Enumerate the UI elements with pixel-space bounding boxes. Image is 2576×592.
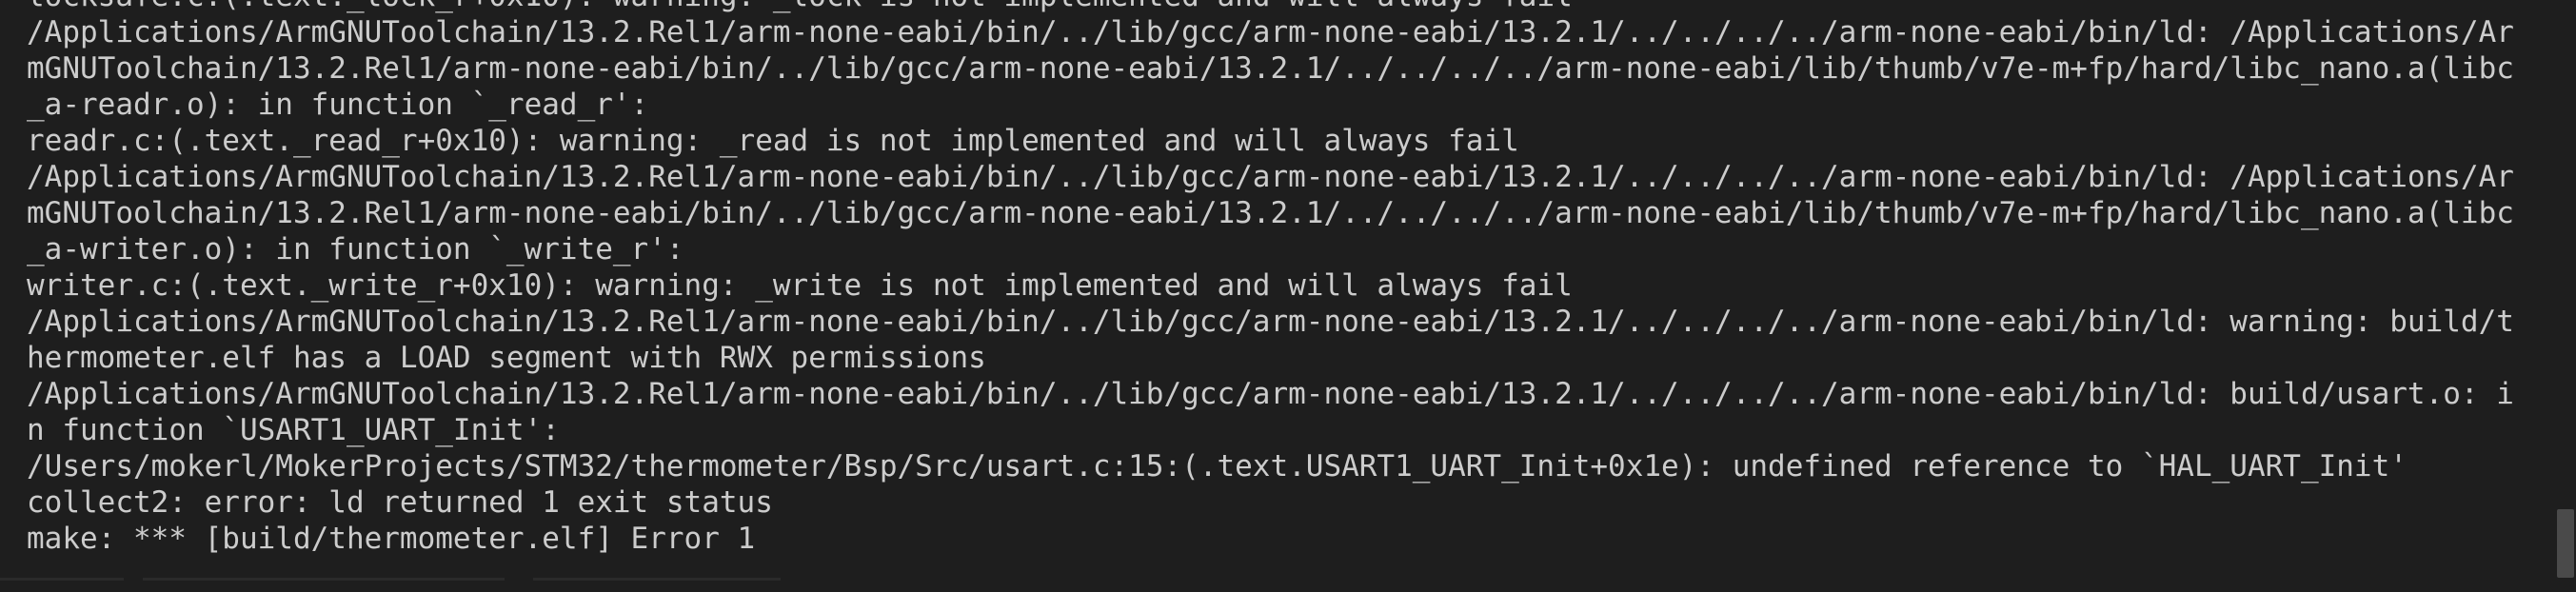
terminal-line: make: *** [build/thermometer.elf] Error … (27, 522, 756, 556)
separator-dash (0, 578, 124, 581)
terminal-line: /Users/mokerl/MokerProjects/STM32/thermo… (27, 449, 2408, 483)
terminal-line: n function `USART1_UART_Init': (27, 413, 560, 447)
terminal-line: /Applications/ArmGNUToolchain/13.2.Rel1/… (27, 160, 2514, 194)
terminal-line: /Applications/ArmGNUToolchain/13.2.Rel1/… (27, 305, 2514, 339)
terminal-line: writer.c:(.text._write_r+0x10): warning:… (27, 268, 1573, 303)
separator-dash (143, 578, 505, 581)
terminal-scrollbar[interactable] (2555, 0, 2576, 592)
terminal-bottom-separator (0, 573, 2576, 592)
terminal-line: /Applications/ArmGNUToolchain/13.2.Rel1/… (27, 15, 2514, 49)
terminal-line: hermometer.elf has a LOAD segment with R… (27, 341, 986, 375)
terminal-line: /Applications/ArmGNUToolchain/13.2.Rel1/… (27, 377, 2514, 411)
terminal-output: locksafe.c:(.text._lock_r+0x10): warning… (27, 0, 2549, 592)
terminal-line: locksafe.c:(.text._lock_r+0x10): warning… (27, 0, 2549, 14)
terminal-line: collect2: error: ld returned 1 exit stat… (27, 485, 773, 520)
terminal-line: _a-readr.o): in function `_read_r': (27, 88, 649, 122)
terminal-line: mGNUToolchain/13.2.Rel1/arm-none-eabi/bi… (27, 51, 2514, 86)
terminal-line: mGNUToolchain/13.2.Rel1/arm-none-eabi/bi… (27, 196, 2514, 230)
terminal-line: readr.c:(.text._read_r+0x10): warning: _… (27, 124, 1519, 158)
scrollbar-thumb[interactable] (2557, 509, 2574, 578)
terminal-line: _a-writer.o): in function `_write_r': (27, 232, 684, 266)
terminal-window[interactable]: locksafe.c:(.text._lock_r+0x10): warning… (0, 0, 2576, 592)
separator-dash (533, 578, 781, 581)
